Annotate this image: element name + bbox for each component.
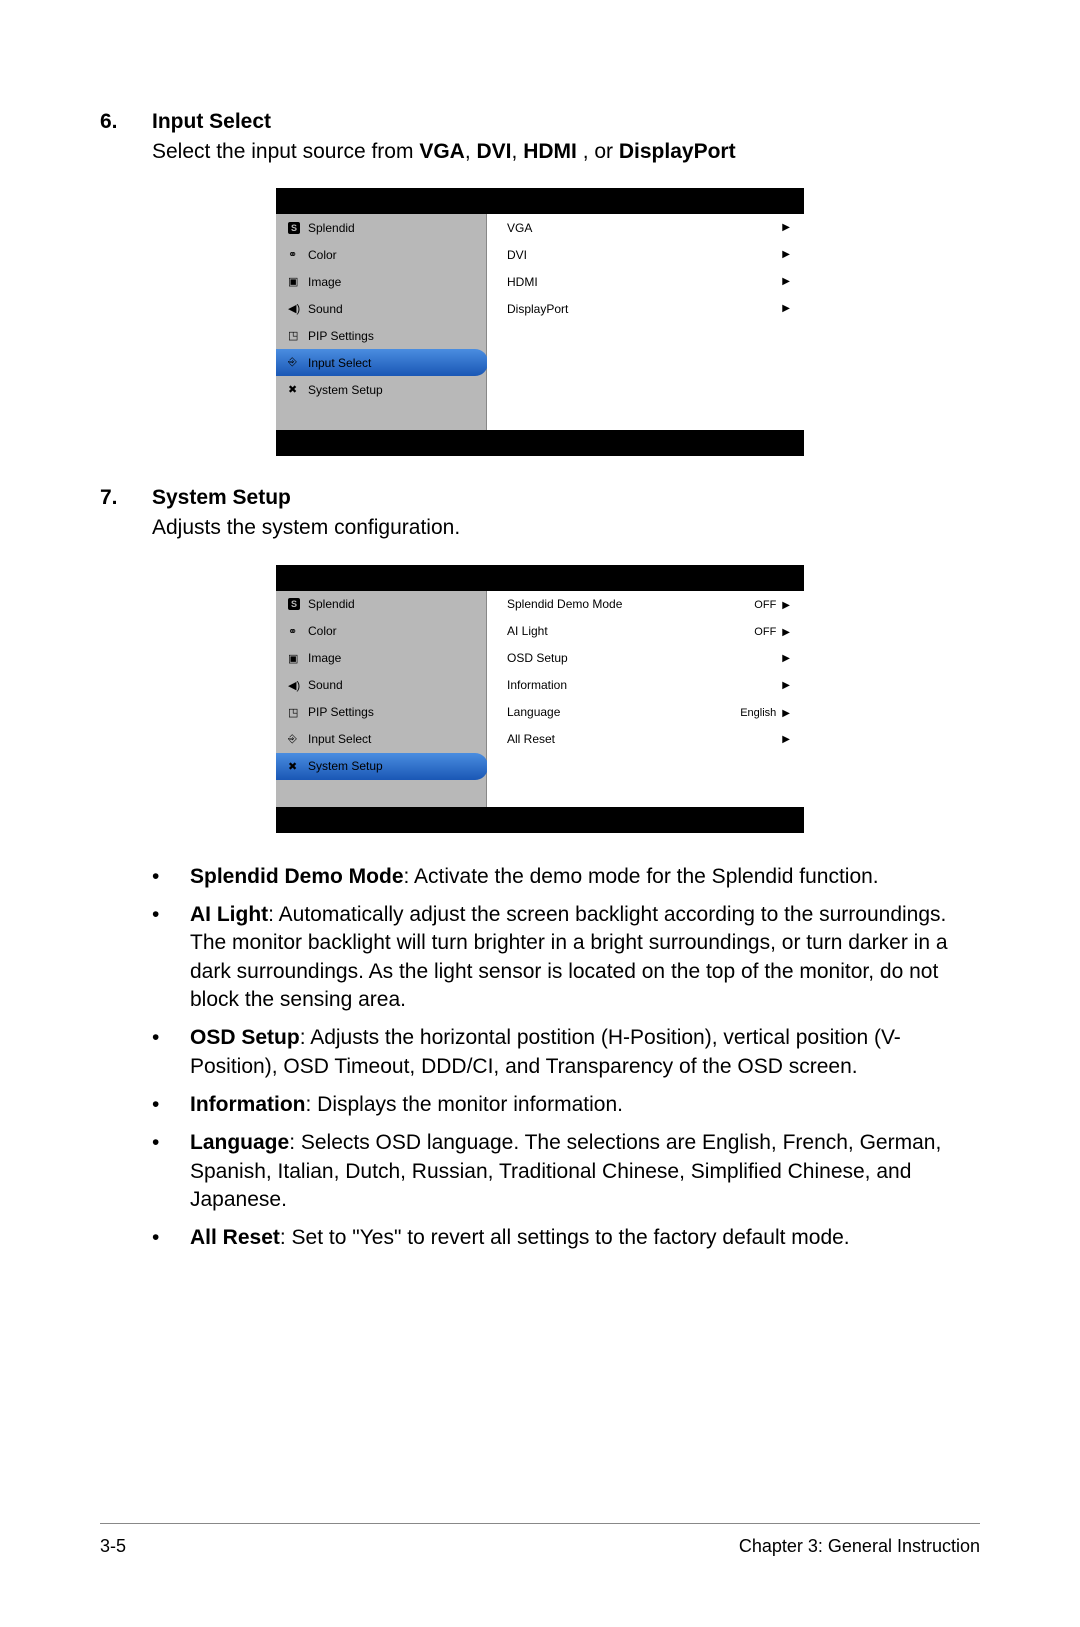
chevron-right-icon: ▶ <box>782 708 790 719</box>
osd-option-ai-light: AI LightOFF▶ <box>487 618 804 645</box>
image-icon: ▣ <box>288 275 308 288</box>
osd-titlebar <box>276 188 804 214</box>
osd-menu-splendid: SSplendid <box>276 591 486 618</box>
osd-option-splendid-demo: Splendid Demo ModeOFF▶ <box>487 591 804 618</box>
bullet-splendid-demo: • Splendid Demo Mode: Activate the demo … <box>152 863 980 891</box>
osd-menu-input-select: ⎆Input Select <box>276 726 486 753</box>
osd-left-menu: SSplendid ⚭Color ▣Image ◀)Sound ◳PIP Set… <box>276 214 487 430</box>
osd-option-dvi: DVI▶ <box>487 241 804 268</box>
osd-titlebar <box>276 565 804 591</box>
pip-icon: ◳ <box>288 706 308 719</box>
osd-menu-input-select: ⎆Input Select <box>276 349 488 376</box>
sound-icon: ◀) <box>288 679 308 692</box>
section-title: System Setup <box>152 486 291 510</box>
osd-menu-sound: ◀)Sound <box>276 295 486 322</box>
section-6-body: Select the input source from VGA, DVI, H… <box>152 138 980 166</box>
input-icon: ⎆ <box>288 356 308 369</box>
osd-option-hdmi: HDMI▶ <box>487 268 804 295</box>
osd-menu-pip: ◳PIP Settings <box>276 699 486 726</box>
osd-option-language: LanguageEnglish▶ <box>487 699 804 726</box>
section-6-heading: 6. Input Select <box>100 110 980 134</box>
system-setup-bullets: • Splendid Demo Mode: Activate the demo … <box>152 863 980 1253</box>
osd-option-displayport: DisplayPort▶ <box>487 295 804 322</box>
osd-menu-image: ▣Image <box>276 268 486 295</box>
osd-option-all-reset: All Reset▶ <box>487 726 804 753</box>
osd-menu-image: ▣Image <box>276 645 486 672</box>
sound-icon: ◀) <box>288 302 308 315</box>
tools-icon: ✖ <box>288 760 308 773</box>
osd-right-panel: VGA▶ DVI▶ HDMI▶ DisplayPort▶ <box>487 214 804 430</box>
osd-menu-color: ⚭Color <box>276 618 486 645</box>
bullet-ai-light: • AI Light: Automatically adjust the scr… <box>152 901 980 1014</box>
osd-right-panel: Splendid Demo ModeOFF▶ AI LightOFF▶ OSD … <box>487 591 804 807</box>
osd-bottombar <box>276 430 804 456</box>
osd-menu-system-setup: ✖System Setup <box>276 753 488 780</box>
section-7-body: Adjusts the system configuration. <box>152 514 980 542</box>
osd-menu-color: ⚭Color <box>276 241 486 268</box>
osd-system-setup-screenshot: SSplendid ⚭Color ▣Image ◀)Sound ◳PIP Set… <box>276 565 804 833</box>
page-footer: 3-5 Chapter 3: General Instruction <box>100 1523 980 1557</box>
chevron-right-icon: ▶ <box>782 734 790 745</box>
section-7-heading: 7. System Setup <box>100 486 980 510</box>
s-icon: S <box>288 598 308 610</box>
color-icon: ⚭ <box>288 248 308 261</box>
section-number: 6. <box>100 110 152 134</box>
osd-left-menu: SSplendid ⚭Color ▣Image ◀)Sound ◳PIP Set… <box>276 591 487 807</box>
chevron-right-icon: ▶ <box>782 276 790 287</box>
bullet-information: • Information: Displays the monitor info… <box>152 1091 980 1119</box>
osd-input-select-screenshot: SSplendid ⚭Color ▣Image ◀)Sound ◳PIP Set… <box>276 188 804 456</box>
chevron-right-icon: ▶ <box>782 222 790 233</box>
chevron-right-icon: ▶ <box>782 627 790 638</box>
s-icon: S <box>288 222 308 234</box>
image-icon: ▣ <box>288 652 308 665</box>
osd-menu-system-setup: ✖System Setup <box>276 376 486 403</box>
osd-option-osd-setup: OSD Setup▶ <box>487 645 804 672</box>
osd-option-information: Information▶ <box>487 672 804 699</box>
osd-menu-sound: ◀)Sound <box>276 672 486 699</box>
bullet-osd-setup: • OSD Setup: Adjusts the horizontal post… <box>152 1024 980 1081</box>
tools-icon: ✖ <box>288 383 308 396</box>
chevron-right-icon: ▶ <box>782 653 790 664</box>
osd-menu-splendid: SSplendid <box>276 214 486 241</box>
chevron-right-icon: ▶ <box>782 249 790 260</box>
color-icon: ⚭ <box>288 625 308 638</box>
chevron-right-icon: ▶ <box>782 680 790 691</box>
osd-option-vga: VGA▶ <box>487 214 804 241</box>
osd-bottombar <box>276 807 804 833</box>
input-icon: ⎆ <box>288 733 308 746</box>
chevron-right-icon: ▶ <box>782 600 790 611</box>
section-title: Input Select <box>152 110 271 134</box>
chapter-label: Chapter 3: General Instruction <box>739 1536 980 1557</box>
section-number: 7. <box>100 486 152 510</box>
osd-menu-pip: ◳PIP Settings <box>276 322 486 349</box>
pip-icon: ◳ <box>288 329 308 342</box>
page-number: 3-5 <box>100 1536 126 1557</box>
bullet-language: • Language: Selects OSD language. The se… <box>152 1129 980 1214</box>
bullet-all-reset: • All Reset: Set to "Yes" to revert all … <box>152 1224 980 1252</box>
chevron-right-icon: ▶ <box>782 303 790 314</box>
